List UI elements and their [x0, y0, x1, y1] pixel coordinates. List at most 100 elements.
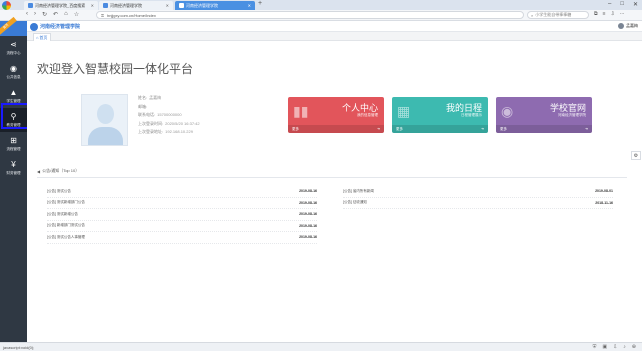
- sidebar-logo[interactable]: 首页: [0, 16, 27, 37]
- info-label: 上次登录地址:: [138, 129, 164, 134]
- sidebar-item-label: 财务管理: [6, 170, 21, 175]
- close-window-icon[interactable]: ✕: [633, 1, 638, 8]
- list-item[interactable]: [公告] 测试公告 2019-08-16: [47, 186, 317, 198]
- tab-label: 河南经济管理学院: [186, 2, 218, 8]
- card-more-label: 更多: [500, 126, 507, 131]
- forward-icon[interactable]: ›: [34, 11, 36, 18]
- browser-tab-1[interactable]: 河南经济管理学院_百度搜索 ✕: [24, 1, 98, 10]
- card-footer[interactable]: 更多 ➜: [288, 125, 384, 133]
- graduation-cap-icon: ▲: [9, 87, 18, 97]
- sidebar-item-label: 公共信息: [6, 74, 21, 79]
- user-info: 姓名: 孟嘉梅 邮箱: 联系电话: 15700000000 上次登录时间: 2020/…: [138, 94, 200, 137]
- search-icon: ⚲: [10, 111, 17, 121]
- info-name: 姓名: 孟嘉梅: [138, 94, 200, 103]
- browser-toolbar: ⧉ ≡ ⇩ ⋯: [594, 11, 625, 17]
- tab-label: 河南经济管理学院_百度搜索: [35, 2, 86, 8]
- download-icon[interactable]: ⇩: [611, 11, 615, 17]
- list-item[interactable]: [公告] 征收通知 2018-11-16: [343, 198, 613, 209]
- close-icon[interactable]: ✕: [91, 3, 94, 8]
- download-icon[interactable]: ⇩: [613, 344, 617, 350]
- list-item[interactable]: [公告] 测试新增部门公告 2019-08-16: [47, 198, 317, 209]
- notice-item-date: 2019-08-16: [299, 223, 317, 228]
- list-item[interactable]: [公告] 测试新增公告 2019-08-16: [47, 209, 317, 221]
- sidebar-item-academic-management[interactable]: ⚲ 教务管理: [0, 108, 27, 132]
- app-header: 河南经济管理学院 孟嘉梅: [27, 21, 642, 32]
- sidebar-item-label: 流程中心: [6, 50, 21, 55]
- close-icon[interactable]: ✕: [248, 3, 251, 8]
- tab-home[interactable]: ⌂ 首页: [33, 33, 51, 41]
- info-value: 15700000000: [157, 112, 182, 117]
- home-icon[interactable]: ⌂: [64, 11, 68, 18]
- avatar-body: [88, 127, 123, 145]
- card-personal-center[interactable]: ▮▮ 个人中心 我的信息管理 更多 ➜: [288, 97, 384, 133]
- notice-item-title[interactable]: [公告] 征收通知: [343, 200, 367, 205]
- browser-tab-2[interactable]: 河南经济管理学院 ✕: [99, 1, 173, 10]
- notice-item-title[interactable]: [公告] 测试新增公告: [47, 212, 78, 217]
- avatar-head: [97, 104, 114, 124]
- info-phone: 联系电话: 15700000000: [138, 111, 200, 120]
- maximize-icon[interactable]: □: [620, 1, 624, 8]
- sidebar-item-finance-management[interactable]: ¥ 财务管理: [0, 156, 27, 180]
- shield-icon[interactable]: ⛨: [593, 344, 597, 350]
- browser-tab-active[interactable]: 河南经济管理学院 ✕: [175, 1, 255, 10]
- notice-item-title[interactable]: [公告] 测试公告: [47, 189, 71, 194]
- lock-icon: ⚿: [101, 12, 105, 18]
- user-name: 孟嘉梅: [626, 23, 638, 28]
- sidebar-item-process-center[interactable]: ⋖ 流程中心: [0, 36, 27, 60]
- notice-title: 公告/通知（Top 10）: [42, 168, 80, 173]
- notice-item-title[interactable]: [公告] 新增部门测试公告: [47, 223, 85, 228]
- notice-item-title[interactable]: [公告] 省内所有新闻: [343, 189, 374, 194]
- notice-item-title[interactable]: [公告] 测试新增部门公告: [47, 200, 85, 205]
- menu-icon[interactable]: ≡: [603, 11, 606, 17]
- undo-icon[interactable]: ↶: [53, 11, 58, 18]
- card-school-website[interactable]: ◉ 学校官网 河南经济管理学院 更多 ➜: [496, 97, 592, 133]
- card-my-schedule[interactable]: ▦ 我的日程 日程管理展示 更多 ➜: [392, 97, 488, 133]
- sidebar-item-label: 流程管理: [6, 146, 21, 151]
- sidebar-item-student-management[interactable]: ▲ 学生管理: [0, 84, 27, 108]
- window-controls: – □ ✕: [608, 1, 638, 8]
- extension-icon[interactable]: ⧉: [594, 11, 598, 17]
- sidebar-item-public-info[interactable]: ◉ 公共信息: [0, 60, 27, 84]
- list-item[interactable]: [公告] 测试公告人事管理 2019-08-16: [47, 232, 317, 244]
- nav-buttons: ‹ › ↻ ↶ ⌂ ☆: [26, 11, 79, 18]
- screenshot-icon[interactable]: ▣: [602, 344, 607, 350]
- main-content: 欢迎登入智慧校园一体化平台 姓名: 孟嘉梅 邮箱: 联系电话: 1570000000…: [27, 41, 637, 339]
- settings-icon[interactable]: ⋯: [620, 11, 625, 17]
- close-icon[interactable]: ✕: [166, 3, 169, 8]
- status-icons: ⛨ ▣ ⇩ ♪ ⊕: [593, 344, 636, 350]
- url-input[interactable]: ⚿ hnjjgxy.com.cn/Home/Index: [96, 11, 524, 19]
- card-footer[interactable]: 更多 ➜: [392, 125, 488, 133]
- browser-search-input[interactable]: ⌕ 小学生能自带棒棒糖: [527, 11, 589, 19]
- arrow-circle-icon: ➜: [377, 127, 380, 131]
- list-item[interactable]: [公告] 省内所有新闻 2019-08-01: [343, 186, 613, 198]
- reload-icon[interactable]: ↻: [42, 11, 47, 18]
- page-favicon-icon: [179, 3, 184, 8]
- tab-home-label: 首页: [39, 34, 48, 40]
- notice-list-left: [公告] 测试公告 2019-08-16 [公告] 测试新增部门公告 2019-08…: [47, 186, 317, 244]
- baidu-favicon-icon: [28, 3, 33, 8]
- bar-chart-icon: ▮▮: [293, 103, 309, 119]
- gear-icon[interactable]: ⚙: [631, 151, 641, 160]
- notice-item-date: 2018-11-16: [595, 200, 613, 205]
- back-icon[interactable]: ‹: [26, 11, 28, 18]
- sidebar-item-label: 教务管理: [6, 122, 21, 127]
- info-value: 2020/5/20 16:37:42: [165, 120, 200, 126]
- url-text: hnjjgxy.com.cn/Home/Index: [107, 12, 156, 18]
- new-tab-button[interactable]: +: [258, 0, 262, 7]
- star-icon[interactable]: ☆: [74, 11, 79, 18]
- status-text: javascript:void(0);: [3, 344, 35, 350]
- sidebar-item-workflow-management[interactable]: ⊞ 流程管理: [0, 132, 27, 156]
- list-item[interactable]: [公告] 新增部门测试公告 2019-08-16: [47, 221, 317, 232]
- speaker-icon[interactable]: ♪: [623, 344, 626, 350]
- minimize-icon[interactable]: –: [608, 1, 611, 8]
- zoom-icon[interactable]: ⊕: [632, 344, 636, 350]
- megaphone-icon: ◀: [37, 168, 41, 174]
- user-menu[interactable]: 孟嘉梅: [618, 23, 638, 29]
- notice-item-title[interactable]: [公告] 测试公告人事管理: [47, 235, 85, 240]
- browser-logo-icon: [2, 1, 11, 10]
- school-logo-icon: [30, 23, 38, 31]
- info-label: 上次登录时间:: [138, 120, 164, 126]
- share-icon: ⋖: [10, 39, 17, 49]
- browser-status-bar: javascript:void(0); ⛨ ▣ ⇩ ♪ ⊕: [0, 342, 642, 351]
- card-footer[interactable]: 更多 ➜: [496, 125, 592, 133]
